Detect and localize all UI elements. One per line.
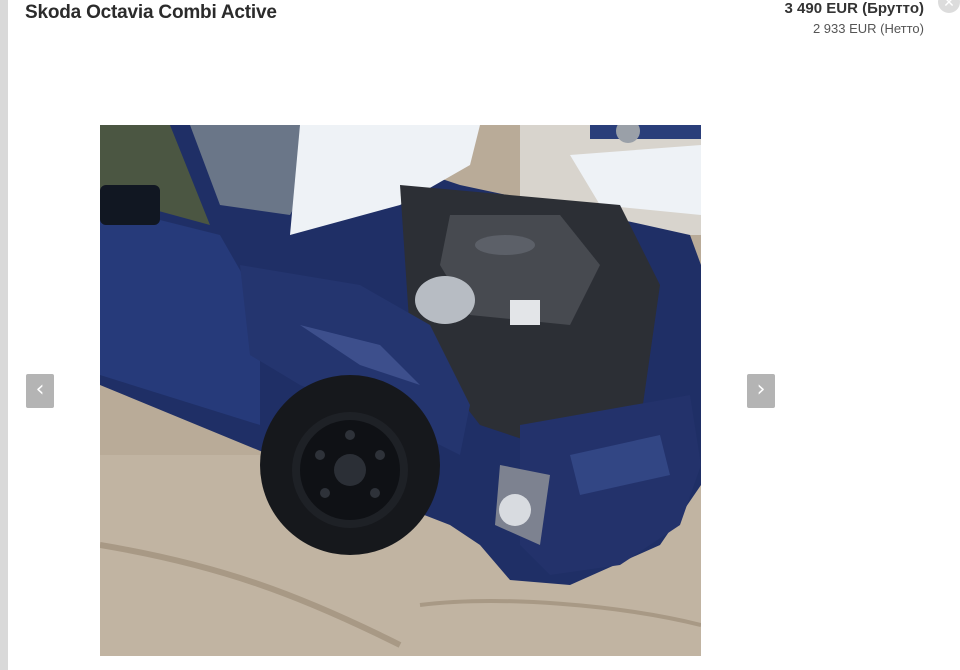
- price-net: 2 933 EUR (Нетто): [812, 21, 924, 36]
- price-block: 3 490 EUR (Брутто) 2 933 EUR (Нетто): [785, 0, 924, 38]
- window-left-edge: [0, 0, 8, 670]
- listing-title: Skoda Octavia Combi Active: [25, 2, 277, 23]
- prev-photo-button[interactable]: ‹: [26, 374, 54, 408]
- listing-photo: [100, 125, 701, 656]
- next-photo-button[interactable]: ›: [747, 374, 775, 408]
- close-button[interactable]: ✕: [938, 0, 960, 13]
- price-gross: 3 490 EUR (Брутто): [784, 0, 924, 17]
- chevron-left-icon: ‹: [35, 377, 45, 402]
- chevron-right-icon: ›: [756, 377, 766, 402]
- close-icon: ✕: [943, 0, 955, 10]
